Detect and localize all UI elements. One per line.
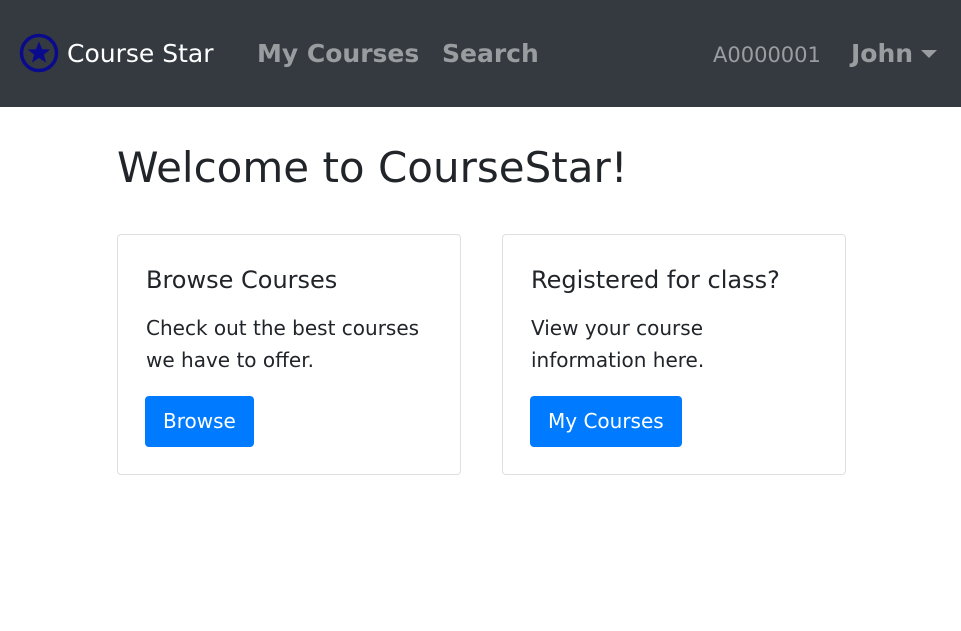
- star-circle-icon: [19, 33, 59, 73]
- card-text: View your course information here.: [531, 316, 705, 372]
- browse-courses-card: Browse Courses Check out the best course…: [117, 234, 461, 475]
- registered-card: Registered for class? View your course i…: [502, 234, 846, 475]
- my-courses-button[interactable]: My Courses: [530, 396, 682, 447]
- user-name-label: John: [851, 39, 914, 68]
- card-title: Registered for class?: [531, 266, 780, 294]
- page-title: Welcome to CourseStar!: [117, 143, 628, 192]
- card-title: Browse Courses: [146, 266, 338, 294]
- top-navbar: Course Star My Courses Search A0000001 J…: [0, 0, 961, 107]
- brand-name: Course Star: [67, 38, 214, 68]
- user-dropdown-toggle[interactable]: John: [851, 36, 938, 72]
- nav-search-link[interactable]: Search: [442, 36, 539, 72]
- brand-link[interactable]: Course Star: [19, 33, 214, 73]
- browse-button[interactable]: Browse: [145, 396, 254, 447]
- caret-down-icon: [921, 50, 938, 58]
- nav-my-courses-link[interactable]: My Courses: [257, 36, 419, 72]
- user-id-label: A0000001: [713, 43, 821, 67]
- card-text: Check out the best courses we have to of…: [146, 316, 420, 372]
